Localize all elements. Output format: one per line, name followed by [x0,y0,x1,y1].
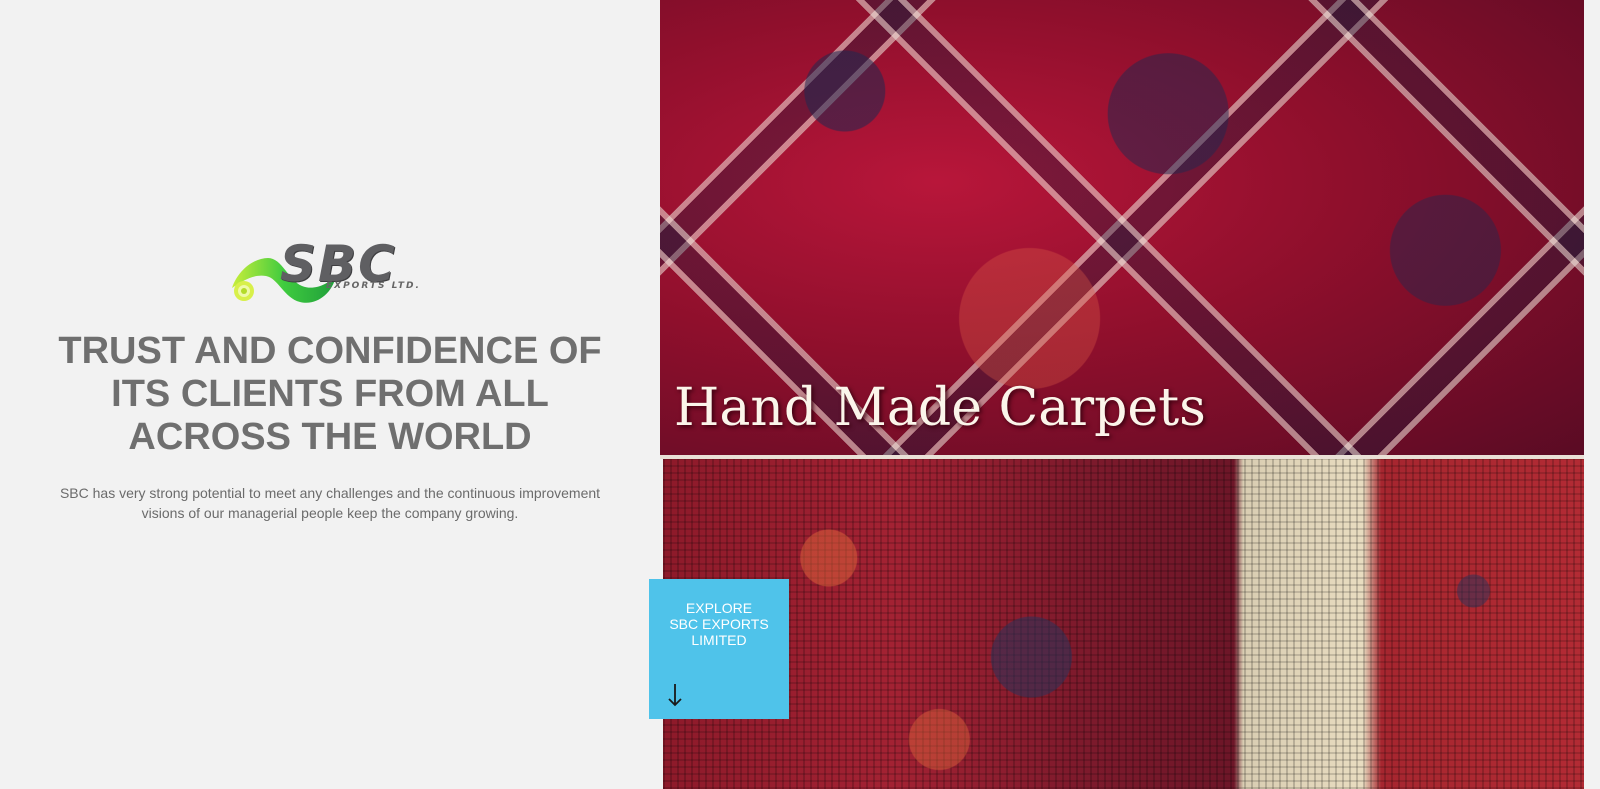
explore-line: SBC EXPORTS [669,616,769,632]
explore-line: EXPLORE [685,600,753,616]
headline-line: ITS CLIENTS FROM ALL [111,373,549,415]
headline-line: TRUST AND CONFIDENCE OF [58,330,602,372]
logo-subtitle: EXPORTS LTD. [326,281,421,291]
carpet-image-bottom [663,459,1584,789]
headline-line: ACROSS THE WORLD [128,416,532,458]
carpet-image-top: Hand Made Carpets [660,0,1584,455]
intro-panel: SBC EXPORTS LTD. TRUST AND CONFIDENCE OF… [0,0,660,789]
hero-headline: TRUST AND CONFIDENCE OF ITS CLIENTS FROM… [30,330,630,459]
sbc-logo[interactable]: SBC EXPORTS LTD. [228,236,428,312]
arrow-down-icon [668,684,682,707]
explore-button[interactable]: EXPLORE SBC EXPORTS LIMITED [649,579,789,719]
carpet-title: Hand Made Carpets [674,378,1206,438]
explore-line: LIMITED [691,632,747,648]
explore-label: EXPLORE SBC EXPORTS LIMITED [649,600,789,648]
hero-description: SBC has very strong potential to meet an… [59,485,601,521]
